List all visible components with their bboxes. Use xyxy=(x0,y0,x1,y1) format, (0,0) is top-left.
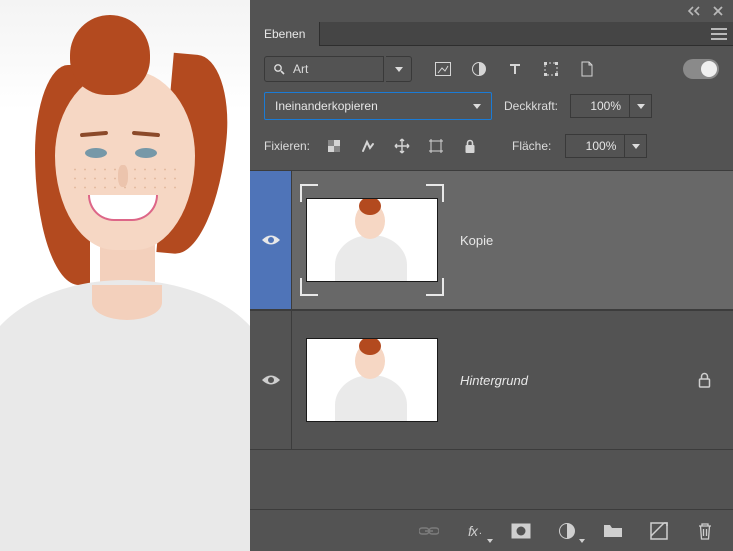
eye-icon xyxy=(261,233,281,247)
layer-row[interactable]: Kopie xyxy=(250,170,733,310)
shape-filter-icon[interactable] xyxy=(542,60,560,78)
fill-input[interactable]: 100% xyxy=(565,134,625,158)
filter-kind-label: Art xyxy=(293,62,308,76)
panel-titlebar xyxy=(250,0,733,22)
chevron-down-icon xyxy=(395,67,403,72)
collapse-panel-icon[interactable] xyxy=(687,4,701,18)
panel-menu-button[interactable] xyxy=(705,22,733,46)
new-layer-button[interactable] xyxy=(649,521,669,541)
filter-toggle[interactable] xyxy=(683,59,719,79)
lock-row: Fixieren: Fläche: 100% xyxy=(250,130,733,170)
portrait-image xyxy=(0,0,250,551)
chevron-down-icon xyxy=(632,144,640,149)
lock-icon[interactable] xyxy=(698,372,711,388)
layer-thumbnail[interactable] xyxy=(306,190,438,290)
fx-button[interactable]: fx. xyxy=(465,521,485,541)
type-filter-icon[interactable] xyxy=(506,60,524,78)
layer-name[interactable]: Kopie xyxy=(460,233,493,248)
new-group-button[interactable] xyxy=(603,521,623,541)
blend-mode-value: Ineinanderkopieren xyxy=(275,99,378,113)
opacity-label: Deckkraft: xyxy=(504,99,558,113)
delete-layer-button[interactable] xyxy=(695,521,715,541)
new-adjustment-button[interactable] xyxy=(557,521,577,541)
lock-all-icon[interactable] xyxy=(460,136,480,156)
close-panel-icon[interactable] xyxy=(711,4,725,18)
search-icon xyxy=(273,63,285,75)
layers-list: Kopie Hintergrund xyxy=(250,170,733,450)
blend-row: Ineinanderkopieren Deckkraft: 100% xyxy=(250,92,733,130)
fill-stepper[interactable] xyxy=(625,134,647,158)
fill-label: Fläche: xyxy=(512,139,551,153)
visibility-toggle[interactable] xyxy=(250,171,292,309)
smartobject-filter-icon[interactable] xyxy=(578,60,596,78)
layer-kind-filter[interactable]: Art xyxy=(264,56,412,82)
filter-row: Art xyxy=(250,46,733,92)
filter-icons xyxy=(434,60,596,78)
lock-label: Fixieren: xyxy=(264,139,310,153)
visibility-toggle[interactable] xyxy=(250,311,292,449)
layer-row[interactable]: Hintergrund xyxy=(250,310,733,450)
document-canvas xyxy=(0,0,250,551)
layer-name[interactable]: Hintergrund xyxy=(460,373,528,388)
lock-transparency-icon[interactable] xyxy=(324,136,344,156)
layer-thumbnail[interactable] xyxy=(306,330,438,430)
panel-tabbar: Ebenen xyxy=(250,22,733,46)
layer-actions-bar: fx. xyxy=(250,509,733,551)
tab-layers[interactable]: Ebenen xyxy=(250,22,320,46)
opacity-stepper[interactable] xyxy=(630,94,652,118)
pixel-filter-icon[interactable] xyxy=(434,60,452,78)
hamburger-icon xyxy=(711,33,727,35)
chevron-down-icon xyxy=(637,104,645,109)
add-mask-button[interactable] xyxy=(511,521,531,541)
layers-panel: Ebenen Art xyxy=(250,0,733,551)
fx-icon: fx xyxy=(468,523,477,539)
chevron-down-icon xyxy=(487,539,493,543)
chevron-down-icon xyxy=(473,104,481,109)
lock-artboard-icon[interactable] xyxy=(426,136,446,156)
lock-image-icon[interactable] xyxy=(358,136,378,156)
adjustment-filter-icon[interactable] xyxy=(470,60,488,78)
opacity-input[interactable]: 100% xyxy=(570,94,630,118)
filter-kind-dropdown[interactable] xyxy=(386,56,412,82)
eye-icon xyxy=(261,373,281,387)
blend-mode-select[interactable]: Ineinanderkopieren xyxy=(264,92,492,120)
lock-position-icon[interactable] xyxy=(392,136,412,156)
link-layers-button[interactable] xyxy=(419,521,439,541)
chevron-down-icon xyxy=(579,539,585,543)
